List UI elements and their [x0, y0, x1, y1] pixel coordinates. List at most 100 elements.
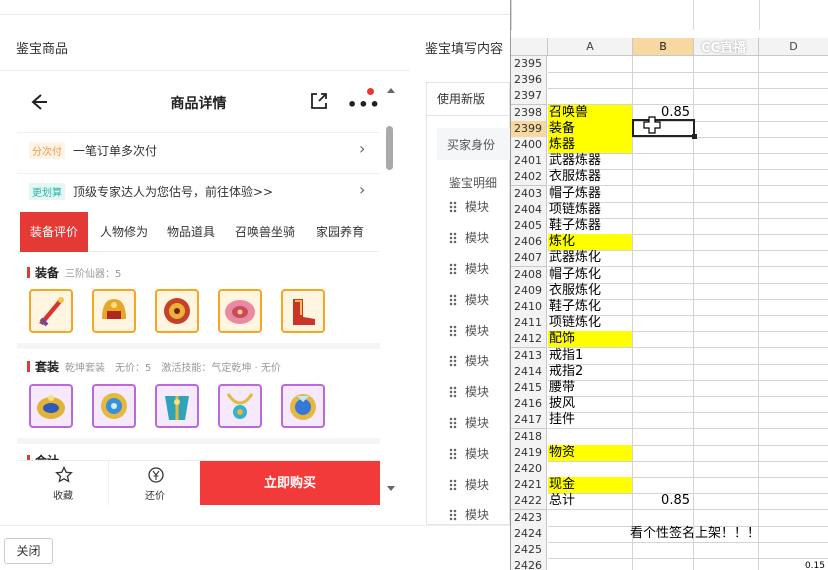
cell-c[interactable]: [694, 88, 759, 106]
cell-d[interactable]: [759, 429, 828, 446]
cell-c[interactable]: [694, 185, 759, 203]
row-number[interactable]: 2399: [511, 120, 547, 138]
row-number[interactable]: 2397: [511, 88, 547, 106]
cell-a[interactable]: 鞋子炼器: [548, 218, 633, 235]
cell-a[interactable]: [548, 88, 633, 106]
cell-d[interactable]: [759, 364, 828, 381]
cell-a[interactable]: 项链炼器: [548, 201, 633, 219]
cell-c[interactable]: [694, 363, 759, 381]
cell-d[interactable]: [759, 445, 828, 462]
drag-handle-icon[interactable]: [449, 386, 457, 398]
item-ring-blue[interactable]: [92, 384, 136, 428]
tab-cultivation[interactable]: 人物修为: [93, 212, 155, 252]
cell-a[interactable]: [548, 72, 633, 90]
cell-a[interactable]: [548, 428, 633, 446]
more-icon[interactable]: •••: [347, 95, 380, 114]
cell-b[interactable]: [633, 477, 694, 495]
row-number[interactable]: 2406: [511, 234, 547, 252]
cell-a[interactable]: 物资: [548, 444, 633, 462]
cell-d[interactable]: [759, 234, 828, 252]
cell-b[interactable]: [633, 461, 694, 478]
fill-handle[interactable]: [692, 134, 697, 139]
selected-cell-b2399[interactable]: [632, 119, 695, 137]
item-armor-pink[interactable]: [218, 289, 262, 333]
cell-b[interactable]: [633, 412, 694, 430]
cell-d[interactable]: [759, 493, 828, 511]
cell-d[interactable]: [759, 169, 828, 187]
cell-a[interactable]: 披风: [548, 396, 633, 414]
cell-a[interactable]: 鞋子炼化: [548, 299, 633, 316]
cell-c[interactable]: [694, 72, 759, 90]
cell-b[interactable]: [633, 558, 694, 570]
row-number[interactable]: 2412: [511, 331, 547, 349]
row-number[interactable]: 2426: [511, 558, 547, 570]
item-ring-gold[interactable]: [29, 384, 73, 428]
drag-handle-icon[interactable]: [449, 232, 457, 244]
cell-d[interactable]: [759, 477, 828, 495]
row-number[interactable]: 2417: [511, 412, 547, 430]
cell-d[interactable]: [759, 315, 828, 333]
cell-c[interactable]: [694, 234, 759, 252]
buyer-identity-field[interactable]: 买家身份: [437, 128, 511, 160]
cell-d[interactable]: [759, 283, 828, 300]
row-number[interactable]: 2424: [511, 525, 547, 543]
module-row[interactable]: 模块: [449, 322, 489, 339]
cell-b[interactable]: [633, 299, 694, 316]
tab-equipment[interactable]: 装备评价: [20, 212, 88, 252]
scroll-thumb[interactable]: [386, 126, 393, 170]
item-weapon-sword[interactable]: [29, 289, 73, 333]
cell-b[interactable]: [633, 266, 694, 284]
cell-c[interactable]: [694, 201, 759, 219]
cell-c[interactable]: [694, 218, 759, 235]
column-header-d[interactable]: D: [759, 38, 828, 56]
drag-handle-icon[interactable]: [449, 417, 457, 429]
cell-d[interactable]: [759, 153, 828, 171]
cell-a[interactable]: [548, 525, 633, 543]
cell-c[interactable]: [694, 56, 759, 73]
cell-b[interactable]: [633, 88, 694, 106]
cell-b[interactable]: [633, 153, 694, 171]
cell-c[interactable]: [694, 493, 759, 511]
cell-b[interactable]: [633, 542, 694, 559]
close-button[interactable]: 关闭: [4, 538, 53, 564]
row-number[interactable]: 2414: [511, 363, 547, 381]
cell-d[interactable]: [759, 542, 828, 559]
installment-row[interactable]: 分次付 一笔订单多次付 ›: [17, 132, 380, 166]
cell-a[interactable]: [548, 56, 633, 73]
row-number[interactable]: 2422: [511, 493, 547, 511]
row-number[interactable]: 2419: [511, 444, 547, 462]
cell-c[interactable]: [694, 153, 759, 171]
cell-d[interactable]: [759, 250, 828, 268]
row-number[interactable]: 2423: [511, 509, 547, 527]
module-row[interactable]: 模块: [449, 352, 489, 369]
cell-b[interactable]: [633, 282, 694, 300]
cell-b[interactable]: [633, 315, 694, 333]
cell-a[interactable]: [548, 542, 633, 559]
cell-a[interactable]: 衣服炼器: [548, 169, 633, 187]
cell-b[interactable]: 0.85: [633, 493, 694, 511]
cell-b[interactable]: [633, 72, 694, 90]
scroll-up-arrow-icon[interactable]: [387, 88, 395, 93]
module-row[interactable]: 模块: [449, 414, 489, 431]
item-ring-gem[interactable]: [281, 384, 325, 428]
module-row[interactable]: 模块: [449, 383, 489, 400]
item-necklace-gold[interactable]: [155, 289, 199, 333]
cell-a[interactable]: 帽子炼器: [548, 185, 633, 203]
scrollbar[interactable]: [384, 86, 396, 496]
module-row[interactable]: 模块: [449, 198, 489, 215]
cell-c[interactable]: [694, 250, 759, 268]
row-number[interactable]: 2420: [511, 461, 547, 478]
cell-b[interactable]: [633, 250, 694, 268]
row-number[interactable]: 2407: [511, 250, 547, 268]
cell-a[interactable]: 挂件: [548, 412, 633, 430]
cell-c[interactable]: [694, 380, 759, 397]
cell-d[interactable]: [759, 88, 828, 106]
row-number[interactable]: 2402: [511, 169, 547, 187]
cell-d[interactable]: [759, 202, 828, 219]
column-header-a[interactable]: A: [548, 38, 633, 56]
drag-handle-icon[interactable]: [449, 355, 457, 367]
module-row[interactable]: 模块: [449, 260, 489, 277]
row-number[interactable]: 2396: [511, 72, 547, 90]
cell-d[interactable]: [759, 121, 828, 138]
cell-d[interactable]: [759, 396, 828, 414]
